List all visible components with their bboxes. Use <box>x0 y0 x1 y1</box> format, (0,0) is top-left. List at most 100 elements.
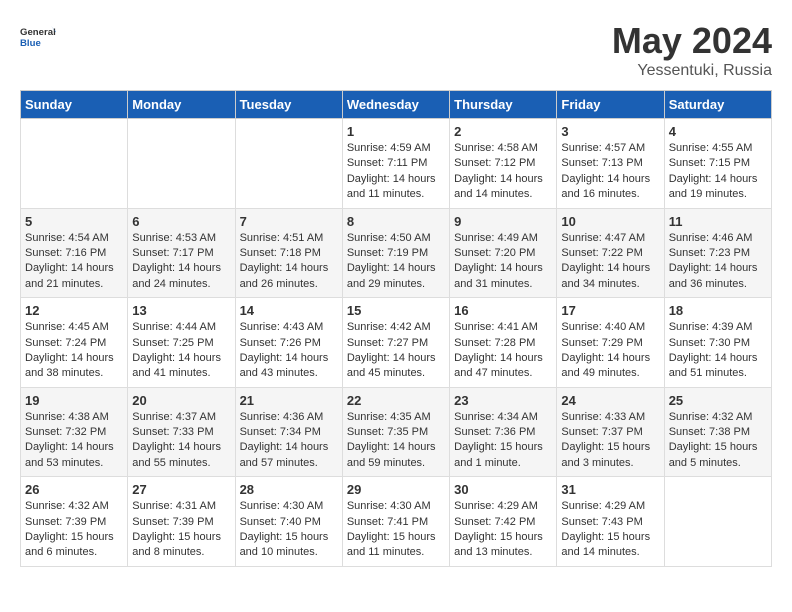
weekday-header-sunday: Sunday <box>21 91 128 119</box>
cell-content: Sunrise: 4:54 AM Sunset: 7:16 PM Dayligh… <box>25 231 123 293</box>
sunset-text: Sunset: 7:15 PM <box>669 157 750 169</box>
sunset-text: Sunset: 7:26 PM <box>240 337 321 349</box>
daylight-text: Daylight: 15 hours and 8 minutes. <box>132 531 221 558</box>
weekday-header-tuesday: Tuesday <box>235 91 342 119</box>
daylight-text: Daylight: 14 hours and 45 minutes. <box>347 352 436 379</box>
cell-content: Sunrise: 4:42 AM Sunset: 7:27 PM Dayligh… <box>347 320 445 382</box>
calendar-cell <box>235 119 342 209</box>
day-number: 9 <box>454 214 552 229</box>
day-number: 18 <box>669 303 767 318</box>
sunrise-text: Sunrise: 4:30 AM <box>347 500 431 512</box>
calendar-cell: 6 Sunrise: 4:53 AM Sunset: 7:17 PM Dayli… <box>128 208 235 298</box>
sunrise-text: Sunrise: 4:51 AM <box>240 232 324 244</box>
sunrise-text: Sunrise: 4:34 AM <box>454 411 538 423</box>
weekday-header-monday: Monday <box>128 91 235 119</box>
logo: General Blue <box>20 20 56 56</box>
day-number: 17 <box>561 303 659 318</box>
daylight-text: Daylight: 15 hours and 5 minutes. <box>669 441 758 468</box>
day-number: 29 <box>347 482 445 497</box>
sunrise-text: Sunrise: 4:39 AM <box>669 321 753 333</box>
sunset-text: Sunset: 7:30 PM <box>669 337 750 349</box>
calendar-cell: 10 Sunrise: 4:47 AM Sunset: 7:22 PM Dayl… <box>557 208 664 298</box>
calendar-cell: 31 Sunrise: 4:29 AM Sunset: 7:43 PM Dayl… <box>557 477 664 567</box>
cell-content: Sunrise: 4:43 AM Sunset: 7:26 PM Dayligh… <box>240 320 338 382</box>
sunrise-text: Sunrise: 4:29 AM <box>454 500 538 512</box>
logo-svg: General Blue <box>20 20 56 56</box>
page-header: General Blue May 2024 Yessentuki, Russia <box>20 20 772 80</box>
sunset-text: Sunset: 7:12 PM <box>454 157 535 169</box>
sunrise-text: Sunrise: 4:46 AM <box>669 232 753 244</box>
sunrise-text: Sunrise: 4:29 AM <box>561 500 645 512</box>
daylight-text: Daylight: 15 hours and 1 minute. <box>454 441 543 468</box>
day-number: 2 <box>454 124 552 139</box>
day-number: 7 <box>240 214 338 229</box>
daylight-text: Daylight: 14 hours and 19 minutes. <box>669 173 758 200</box>
weekday-header-thursday: Thursday <box>450 91 557 119</box>
calendar-cell <box>664 477 771 567</box>
daylight-text: Daylight: 14 hours and 21 minutes. <box>25 262 114 289</box>
sunrise-text: Sunrise: 4:32 AM <box>25 500 109 512</box>
week-row-3: 12 Sunrise: 4:45 AM Sunset: 7:24 PM Dayl… <box>21 298 772 388</box>
day-number: 8 <box>347 214 445 229</box>
calendar-cell: 23 Sunrise: 4:34 AM Sunset: 7:36 PM Dayl… <box>450 387 557 477</box>
calendar-cell: 22 Sunrise: 4:35 AM Sunset: 7:35 PM Dayl… <box>342 387 449 477</box>
sunrise-text: Sunrise: 4:58 AM <box>454 142 538 154</box>
calendar-cell <box>21 119 128 209</box>
day-number: 13 <box>132 303 230 318</box>
daylight-text: Daylight: 15 hours and 13 minutes. <box>454 531 543 558</box>
weekday-header-friday: Friday <box>557 91 664 119</box>
sunrise-text: Sunrise: 4:50 AM <box>347 232 431 244</box>
sunrise-text: Sunrise: 4:31 AM <box>132 500 216 512</box>
day-number: 10 <box>561 214 659 229</box>
calendar-cell: 28 Sunrise: 4:30 AM Sunset: 7:40 PM Dayl… <box>235 477 342 567</box>
day-number: 6 <box>132 214 230 229</box>
sunset-text: Sunset: 7:32 PM <box>25 426 106 438</box>
day-number: 15 <box>347 303 445 318</box>
sunset-text: Sunset: 7:25 PM <box>132 337 213 349</box>
calendar-cell: 11 Sunrise: 4:46 AM Sunset: 7:23 PM Dayl… <box>664 208 771 298</box>
cell-content: Sunrise: 4:37 AM Sunset: 7:33 PM Dayligh… <box>132 410 230 472</box>
daylight-text: Daylight: 14 hours and 14 minutes. <box>454 173 543 200</box>
sunset-text: Sunset: 7:22 PM <box>561 247 642 259</box>
sunset-text: Sunset: 7:38 PM <box>669 426 750 438</box>
calendar-cell: 29 Sunrise: 4:30 AM Sunset: 7:41 PM Dayl… <box>342 477 449 567</box>
cell-content: Sunrise: 4:32 AM Sunset: 7:39 PM Dayligh… <box>25 499 123 561</box>
day-number: 19 <box>25 393 123 408</box>
week-row-5: 26 Sunrise: 4:32 AM Sunset: 7:39 PM Dayl… <box>21 477 772 567</box>
day-number: 25 <box>669 393 767 408</box>
cell-content: Sunrise: 4:38 AM Sunset: 7:32 PM Dayligh… <box>25 410 123 472</box>
calendar-cell: 3 Sunrise: 4:57 AM Sunset: 7:13 PM Dayli… <box>557 119 664 209</box>
sunset-text: Sunset: 7:33 PM <box>132 426 213 438</box>
daylight-text: Daylight: 15 hours and 11 minutes. <box>347 531 436 558</box>
cell-content: Sunrise: 4:45 AM Sunset: 7:24 PM Dayligh… <box>25 320 123 382</box>
sunset-text: Sunset: 7:43 PM <box>561 516 642 528</box>
daylight-text: Daylight: 14 hours and 29 minutes. <box>347 262 436 289</box>
day-number: 27 <box>132 482 230 497</box>
calendar-cell: 17 Sunrise: 4:40 AM Sunset: 7:29 PM Dayl… <box>557 298 664 388</box>
sunset-text: Sunset: 7:11 PM <box>347 157 428 169</box>
week-row-1: 1 Sunrise: 4:59 AM Sunset: 7:11 PM Dayli… <box>21 119 772 209</box>
sunrise-text: Sunrise: 4:59 AM <box>347 142 431 154</box>
daylight-text: Daylight: 14 hours and 11 minutes. <box>347 173 436 200</box>
day-number: 23 <box>454 393 552 408</box>
cell-content: Sunrise: 4:31 AM Sunset: 7:39 PM Dayligh… <box>132 499 230 561</box>
daylight-text: Daylight: 14 hours and 43 minutes. <box>240 352 329 379</box>
day-number: 5 <box>25 214 123 229</box>
day-number: 20 <box>132 393 230 408</box>
daylight-text: Daylight: 14 hours and 59 minutes. <box>347 441 436 468</box>
daylight-text: Daylight: 15 hours and 6 minutes. <box>25 531 114 558</box>
daylight-text: Daylight: 15 hours and 10 minutes. <box>240 531 329 558</box>
calendar-cell: 9 Sunrise: 4:49 AM Sunset: 7:20 PM Dayli… <box>450 208 557 298</box>
daylight-text: Daylight: 14 hours and 51 minutes. <box>669 352 758 379</box>
calendar-cell: 5 Sunrise: 4:54 AM Sunset: 7:16 PM Dayli… <box>21 208 128 298</box>
cell-content: Sunrise: 4:47 AM Sunset: 7:22 PM Dayligh… <box>561 231 659 293</box>
day-number: 4 <box>669 124 767 139</box>
cell-content: Sunrise: 4:39 AM Sunset: 7:30 PM Dayligh… <box>669 320 767 382</box>
sunrise-text: Sunrise: 4:57 AM <box>561 142 645 154</box>
sunset-text: Sunset: 7:18 PM <box>240 247 321 259</box>
sunset-text: Sunset: 7:28 PM <box>454 337 535 349</box>
daylight-text: Daylight: 14 hours and 53 minutes. <box>25 441 114 468</box>
title-block: May 2024 Yessentuki, Russia <box>612 20 772 80</box>
cell-content: Sunrise: 4:50 AM Sunset: 7:19 PM Dayligh… <box>347 231 445 293</box>
sunrise-text: Sunrise: 4:49 AM <box>454 232 538 244</box>
